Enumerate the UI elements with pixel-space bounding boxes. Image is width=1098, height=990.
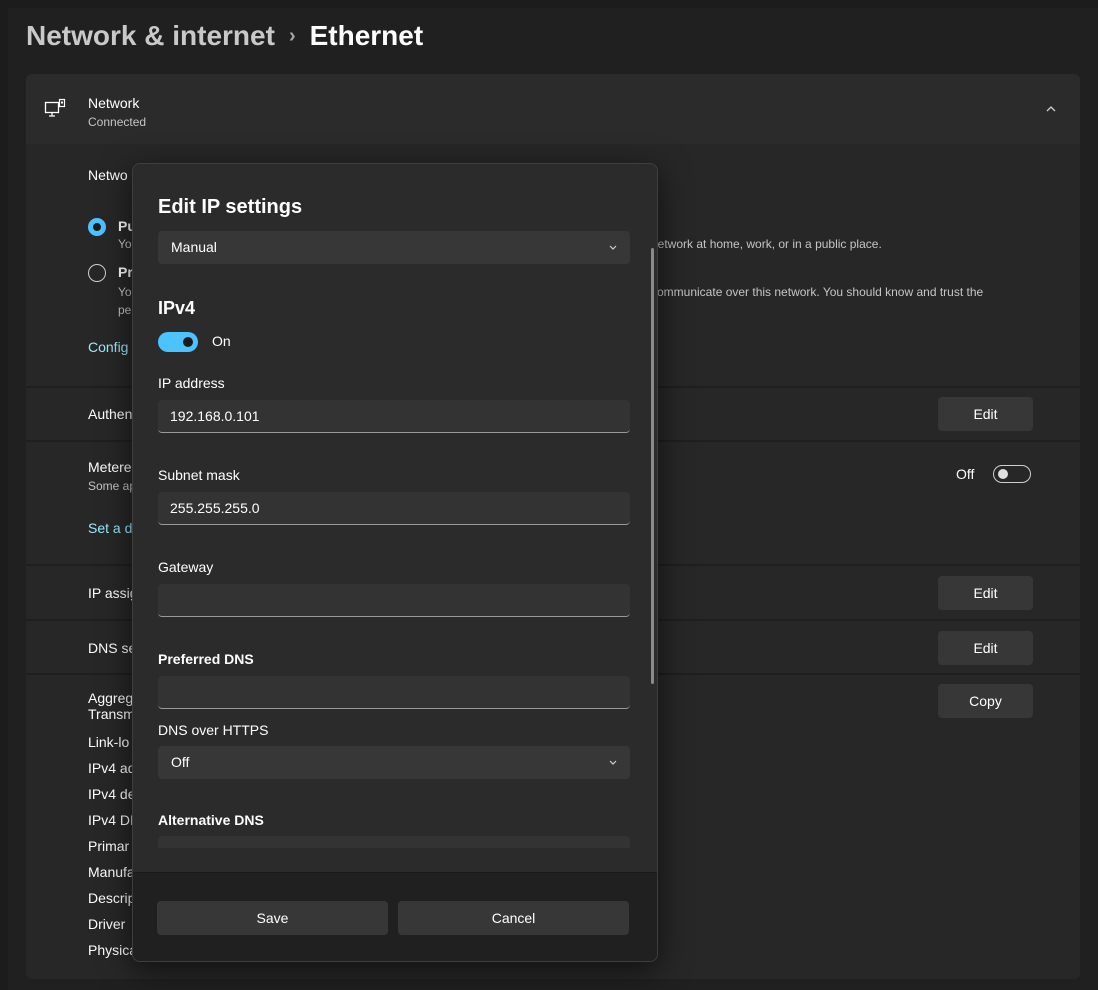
subnet-mask-label: Subnet mask [158,467,240,483]
toggle-knob [183,337,193,347]
network-title: Network [88,95,140,111]
chevron-down-icon [609,760,617,765]
property-label: IPv4 de [88,786,136,802]
ethernet-monitor-icon [44,98,66,117]
metered-subtext: Some ap [88,479,137,493]
public-desc-start: Yo [118,237,132,251]
gateway-input[interactable] [158,584,630,617]
network-card-header[interactable]: Network Connected [26,74,1080,144]
subnet-mask-input[interactable] [158,492,630,525]
ip-address-input[interactable] [158,400,630,433]
private-desc-line2: pe [118,303,132,317]
dns-over-https-dropdown[interactable]: Off [158,746,630,779]
metered-label: Metere [88,459,132,475]
breadcrumb-parent[interactable]: Network & internet [26,20,275,51]
copy-button[interactable]: Copy [938,684,1033,718]
chevron-down-icon [609,245,617,250]
save-button[interactable]: Save [157,901,388,935]
dns-over-https-value: Off [171,754,190,770]
property-label: IPv4 DI [88,812,134,828]
authentication-edit-button[interactable]: Edit [938,397,1033,431]
metered-toggle[interactable] [993,465,1031,483]
chevron-up-icon[interactable] [1044,102,1058,116]
dialog-scrollbar[interactable] [651,248,654,684]
ip-assignment-edit-button[interactable]: Edit [938,576,1033,610]
private-radio[interactable] [88,264,106,282]
property-label: Descrip [88,890,136,906]
set-data-limit-link[interactable]: Set a d [88,520,132,536]
private-desc-end: communicate over this network. You shoul… [651,285,984,299]
metered-toggle-label: Off [956,466,975,482]
dns-server-edit-button[interactable]: Edit [938,631,1033,665]
property-label: Driver [88,916,126,932]
dns-over-https-label: DNS over HTTPS [158,722,269,738]
dns-server-label: DNS se [88,640,137,656]
breadcrumb: Network & internet › Ethernet [26,20,423,52]
property-label: Manufa [88,864,135,880]
cancel-button[interactable]: Cancel [398,901,629,935]
ip-mode-dropdown[interactable]: Manual [158,231,630,264]
network-status: Connected [88,115,147,129]
property-label: Aggreg [88,690,134,706]
configure-link[interactable]: Config [88,339,128,355]
public-radio[interactable] [88,218,106,236]
breadcrumb-separator: › [288,25,296,47]
property-label: Transm [88,706,135,722]
alternative-dns-label: Alternative DNS [158,812,264,828]
property-label: Physica [88,942,138,958]
property-label: IPv4 ad [88,760,136,776]
dialog-title: Edit IP settings [158,196,303,218]
breadcrumb-current: Ethernet [309,20,424,51]
ip-mode-value: Manual [171,239,217,255]
private-desc-start: Yo [118,285,132,299]
preferred-dns-input[interactable] [158,676,630,709]
dialog-footer: Save Cancel [133,872,657,961]
network-profile-label: Netwo [88,167,128,183]
private-title: Pr [118,264,133,280]
ip-assignment-label: IP assig [88,585,138,601]
ip-address-label: IP address [158,375,225,391]
property-label: Link-lo [88,734,130,750]
gateway-label: Gateway [158,559,214,575]
authentication-label: Authen [88,406,133,422]
edit-ip-settings-dialog: Edit IP settings Manual IPv4 On IP addre… [132,163,658,962]
property-label: Primar [88,838,130,854]
ipv4-toggle[interactable] [158,332,198,352]
ipv4-toggle-label: On [212,333,231,349]
ipv4-section-heading: IPv4 [158,298,196,318]
preferred-dns-label: Preferred DNS [158,651,254,667]
public-desc-end: network at home, work, or in a public pl… [651,237,882,251]
toggle-knob [998,469,1008,479]
alternative-dns-input[interactable] [158,836,630,848]
